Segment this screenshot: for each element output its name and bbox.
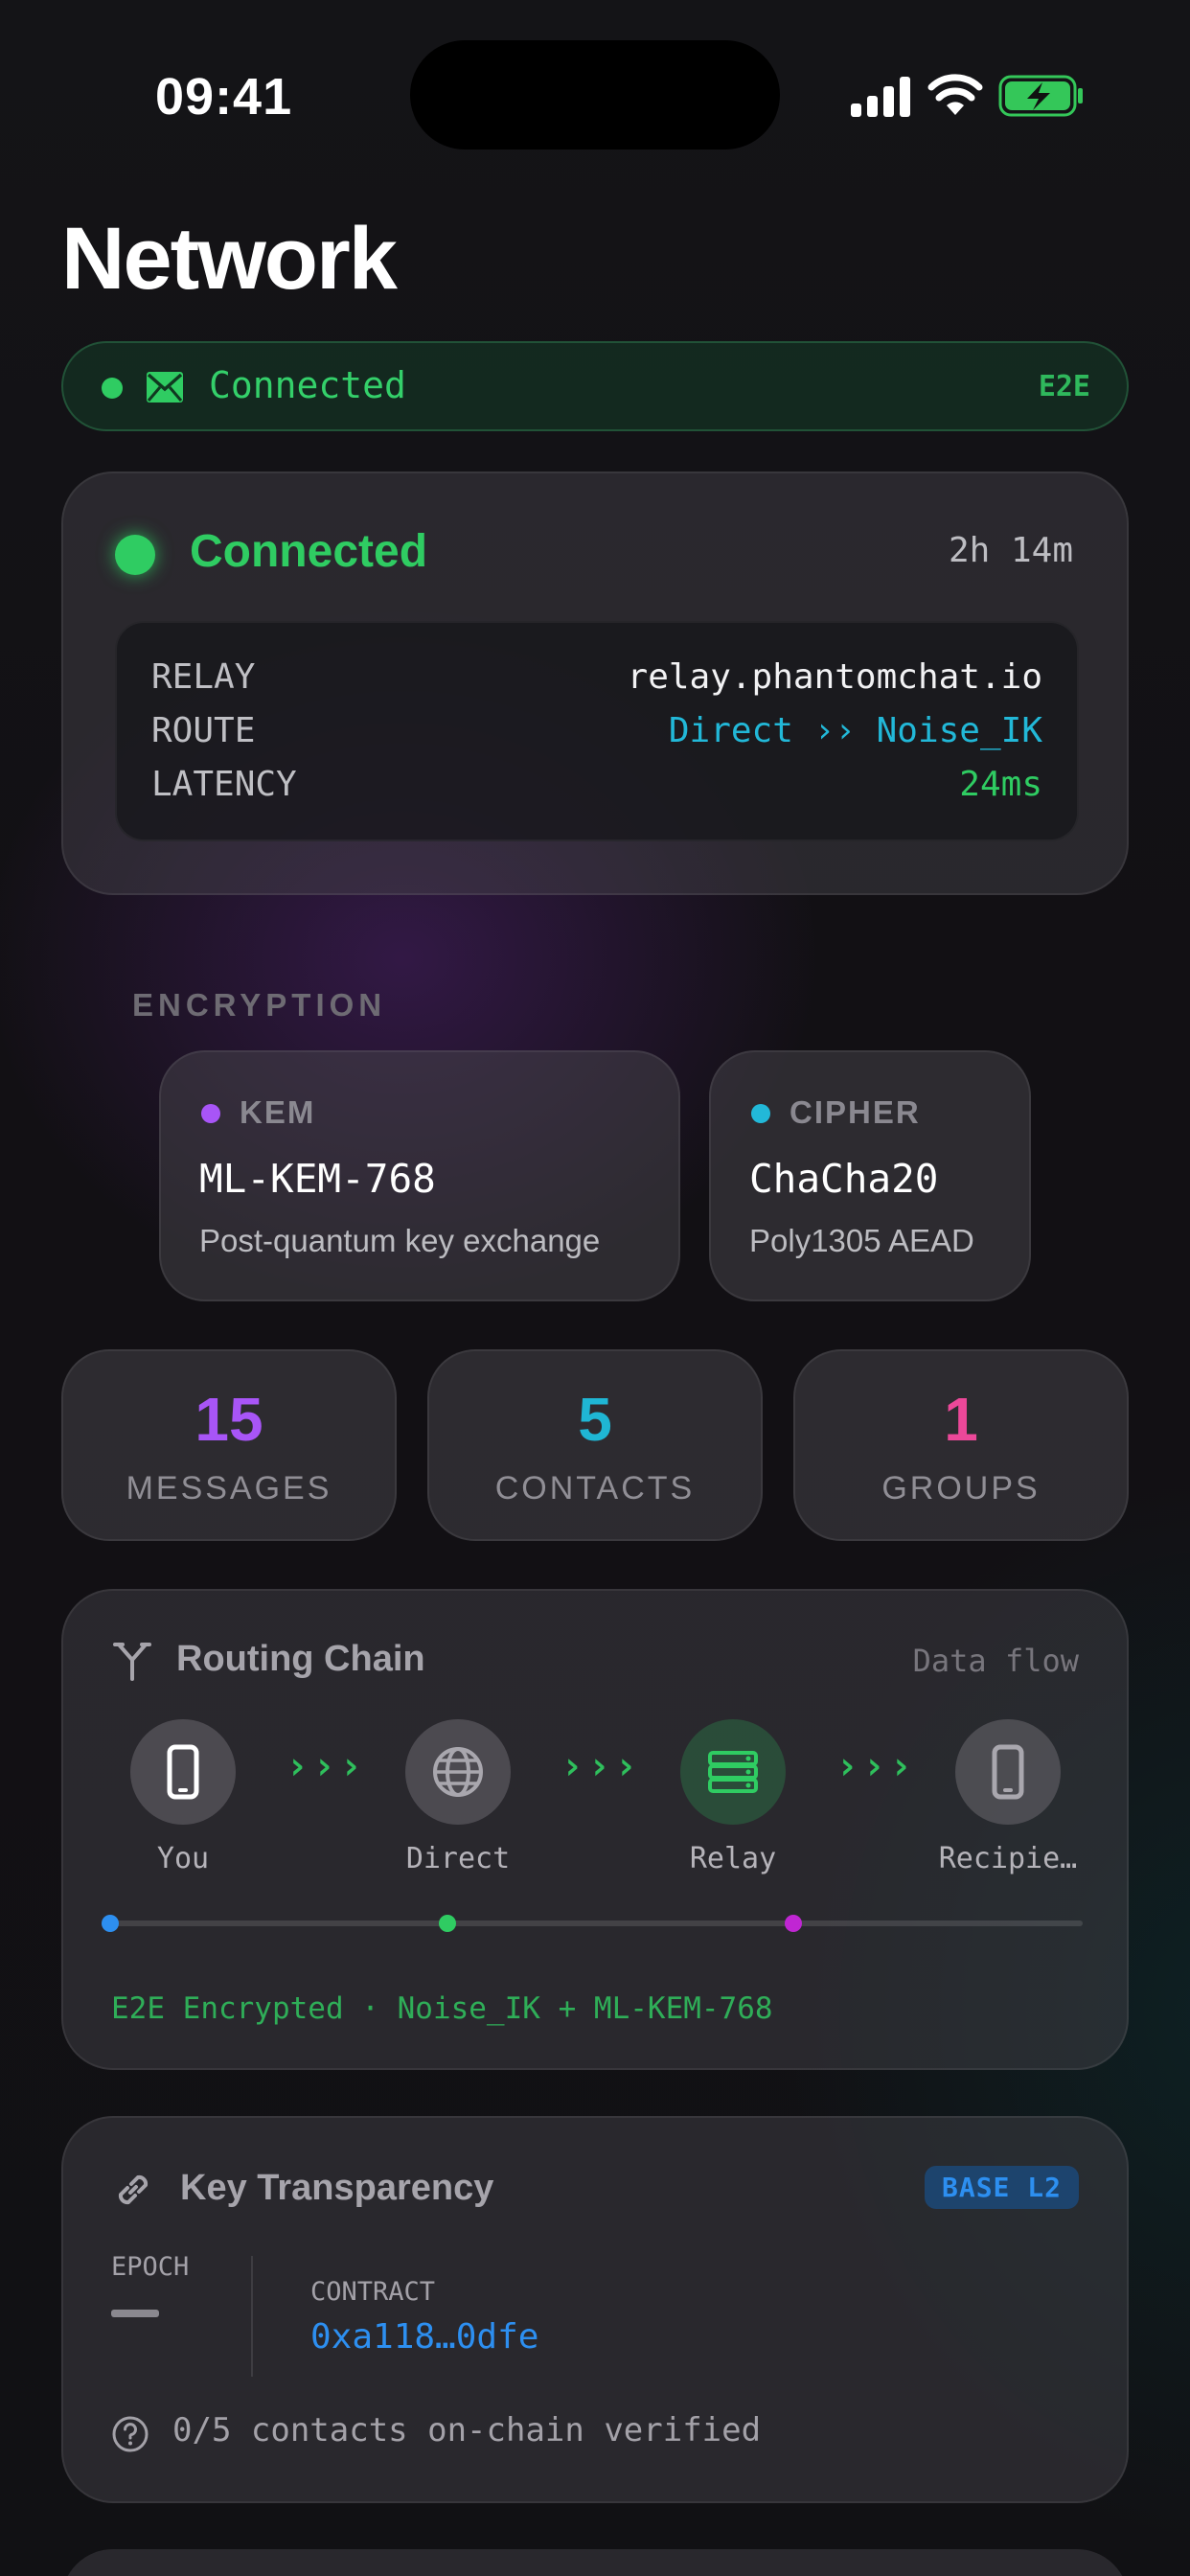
- track-dot-you: [102, 1915, 119, 1932]
- route-row: ROUTE Direct ›› Noise_IK: [151, 711, 1042, 765]
- key-transparency-title: Key Transparency: [180, 2168, 494, 2208]
- kem-dot: [201, 1104, 220, 1123]
- connection-pill-label: Connected: [209, 364, 406, 406]
- divider: [251, 2256, 253, 2377]
- flow-chevrons-2: ›››: [561, 1744, 642, 1788]
- key-transparency-card: Key Transparency BASE L2 EPOCH CONTRACT …: [61, 2116, 1129, 2503]
- battery-charging-icon: [998, 75, 1083, 117]
- node-direct-label: Direct: [405, 1842, 511, 1875]
- epoch-label: EPOCH: [111, 2252, 190, 2282]
- node-you[interactable]: [130, 1719, 236, 1825]
- encryption-section-label: ENCRYPTION: [132, 987, 387, 1023]
- globe-icon: [433, 1747, 483, 1797]
- connection-status-pill[interactable]: Connected E2E: [61, 341, 1129, 431]
- cipher-card[interactable]: CIPHER ChaCha20 Poly1305 AEAD: [709, 1050, 1031, 1301]
- dynamic-island: [410, 40, 780, 150]
- node-relay[interactable]: [680, 1719, 786, 1825]
- cipher-dot: [751, 1104, 770, 1123]
- connection-info-box: RELAY relay.phantomchat.io ROUTE Direct …: [115, 621, 1079, 841]
- status-dot: [102, 378, 123, 399]
- phone-icon: [167, 1744, 199, 1800]
- flow-progress-track: [109, 1920, 1083, 1926]
- node-relay-label: Relay: [689, 1842, 777, 1875]
- connection-status: Connected: [190, 526, 428, 577]
- kem-name: ML-KEM-768: [199, 1156, 436, 1202]
- contract-label: CONTRACT: [310, 2277, 436, 2307]
- flow-chevrons-3: ›››: [835, 1744, 917, 1788]
- contract-address-link[interactable]: 0xa118…0dfe: [310, 2317, 538, 2357]
- route-fork-icon: [113, 1643, 151, 1681]
- cipher-name: ChaCha20: [749, 1156, 939, 1202]
- verification-summary: 0/5 contacts on-chain verified: [172, 2411, 762, 2450]
- data-flow-label: Data flow: [912, 1643, 1079, 1679]
- encryption-summary: E2E Encrypted · Noise_IK + ML-KEM-768: [111, 1991, 773, 2026]
- latency-value: 24ms: [959, 765, 1042, 804]
- network-badge: BASE L2: [924, 2166, 1079, 2209]
- track-dot-direct: [439, 1915, 456, 1932]
- routing-chain-title: Routing Chain: [176, 1639, 425, 1679]
- groups-count: 1: [944, 1385, 978, 1454]
- messages-label: MESSAGES: [126, 1470, 332, 1506]
- uptime: 2h 14m: [948, 531, 1073, 570]
- relay-value: relay.phantomchat.io: [627, 657, 1042, 697]
- node-recipient[interactable]: [955, 1719, 1061, 1825]
- track-dot-relay: [785, 1915, 802, 1932]
- page-title: Network: [61, 210, 398, 308]
- node-direct[interactable]: [405, 1719, 511, 1825]
- route-value: Direct ›› Noise_IK: [668, 711, 1042, 750]
- latency-row: LATENCY 24ms: [151, 765, 1042, 818]
- epoch-value-placeholder: [111, 2310, 159, 2317]
- envelope-icon: [147, 372, 183, 402]
- node-recipient-label: Recipie…: [938, 1842, 1078, 1875]
- connected-indicator-dot: [115, 535, 155, 575]
- routing-chain-card: Routing Chain Data flow You ››› Direct ›…: [61, 1589, 1129, 2070]
- help-circle-icon[interactable]: [111, 2415, 149, 2453]
- e2e-badge: E2E: [1038, 370, 1090, 403]
- server-icon: [708, 1751, 758, 1793]
- contacts-count: 5: [578, 1385, 612, 1454]
- route-label: ROUTE: [151, 711, 256, 750]
- relay-row: RELAY relay.phantomchat.io: [151, 657, 1042, 711]
- kem-tag: KEM: [240, 1094, 316, 1130]
- cipher-description: Poly1305 AEAD: [749, 1223, 974, 1258]
- messages-count: 15: [195, 1385, 263, 1454]
- latency-label: LATENCY: [151, 765, 297, 804]
- next-card-partial: [61, 2549, 1129, 2576]
- stat-card-groups[interactable]: 1 GROUPS: [793, 1349, 1129, 1541]
- relay-label: RELAY: [151, 657, 256, 697]
- status-time: 09:41: [155, 68, 293, 126]
- connection-card: Connected 2h 14m RELAY relay.phantomchat…: [61, 472, 1129, 895]
- contacts-label: CONTACTS: [494, 1470, 696, 1506]
- stat-card-messages[interactable]: 15 MESSAGES: [61, 1349, 397, 1541]
- cipher-tag: CIPHER: [790, 1094, 921, 1130]
- phone-icon: [992, 1744, 1024, 1800]
- groups-label: GROUPS: [881, 1470, 1041, 1506]
- flow-chevrons-1: ›››: [286, 1744, 367, 1788]
- stat-card-contacts[interactable]: 5 CONTACTS: [427, 1349, 763, 1541]
- cellular-signal-icon: [851, 77, 910, 117]
- node-you-label: You: [156, 1842, 210, 1875]
- wifi-icon: [927, 74, 983, 115]
- link-icon: [118, 2174, 149, 2205]
- kem-card[interactable]: KEM ML-KEM-768 Post-quantum key exchange: [159, 1050, 680, 1301]
- kem-description: Post-quantum key exchange: [199, 1223, 601, 1258]
